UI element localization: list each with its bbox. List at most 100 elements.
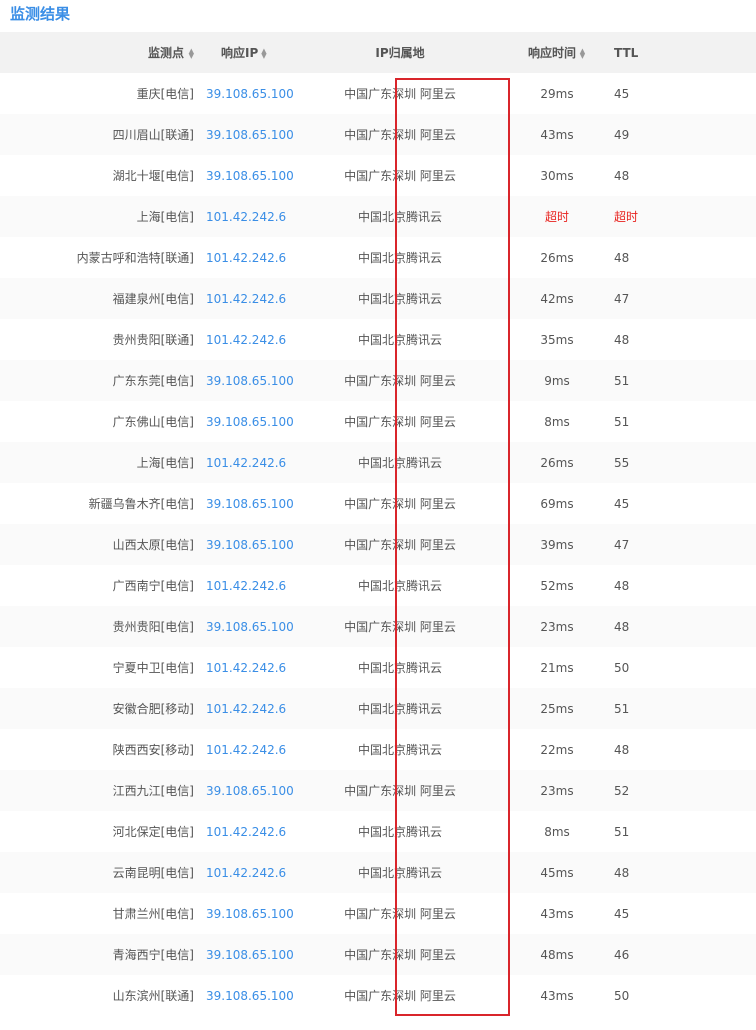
cell-ttl-text: 49: [614, 127, 630, 142]
cell-ip-location: 中国北京腾讯云: [300, 688, 500, 729]
cell-ip-location: 中国北京腾讯云: [300, 319, 500, 360]
cell-ip-location-text: 中国北京腾讯云: [357, 661, 442, 675]
cell-monitor-point-text: 重庆[电信]: [136, 87, 194, 101]
cell-ip-location: 中国北京腾讯云: [300, 278, 500, 319]
cell-ttl-text: 48: [614, 332, 630, 347]
cell-monitor-point: 四川眉山[联通]: [0, 114, 194, 155]
cell-spacer: [660, 975, 756, 1016]
cell-monitor-point: 上海[电信]: [0, 442, 194, 483]
cell-monitor-point-text: 山东滨州[联通]: [112, 989, 194, 1003]
cell-response-ip: 101.42.242.6: [194, 319, 300, 360]
cell-ip-location: 中国广东深圳 阿里云: [300, 360, 500, 401]
cell-ttl-text: 51: [614, 824, 630, 839]
cell-response-time-text: 9ms: [544, 373, 570, 388]
cell-monitor-point-text: 安徽合肥[移动]: [112, 702, 194, 716]
cell-spacer: [660, 729, 756, 770]
cell-response-ip: 39.108.65.100: [194, 483, 300, 524]
cell-response-ip-text: 101.42.242.6: [206, 742, 287, 757]
cell-monitor-point: 青海西宁[电信]: [0, 934, 194, 975]
cell-ttl-text: 45: [614, 86, 630, 101]
cell-monitor-point: 福建泉州[电信]: [0, 278, 194, 319]
header-point-label: 监测点: [147, 46, 184, 60]
sort-icon[interactable]: ▲ ▼: [261, 47, 268, 59]
cell-ttl: 51: [614, 811, 660, 852]
sort-icon[interactable]: ▲ ▼: [187, 47, 194, 59]
cell-ip-location-text: 中国广东深圳 阿里云: [344, 415, 456, 429]
cell-ttl: 50: [614, 975, 660, 1016]
cell-ip-location: 中国广东深圳 阿里云: [300, 606, 500, 647]
sort-icon[interactable]: ▲ ▼: [579, 47, 586, 59]
cell-ttl: 51: [614, 688, 660, 729]
cell-response-ip: 101.42.242.6: [194, 196, 300, 237]
cell-ip-location-text: 中国北京腾讯云: [357, 579, 442, 593]
cell-response-time: 22ms: [500, 729, 614, 770]
cell-response-ip: 39.108.65.100: [194, 114, 300, 155]
header-ip-cell[interactable]: 响应IP ▲ ▼: [194, 32, 300, 73]
cell-response-ip: 101.42.242.6: [194, 278, 300, 319]
header-point[interactable]: 监测点 ▲ ▼: [0, 32, 194, 73]
cell-ip-location: 中国北京腾讯云: [300, 442, 500, 483]
cell-ip-location-text: 中国北京腾讯云: [357, 456, 442, 470]
cell-response-ip-text: 101.42.242.6: [206, 660, 287, 675]
table-row: 安徽合肥[移动] 101.42.242.6 中国北京腾讯云 25ms 51: [0, 688, 756, 729]
header-time[interactable]: 响应时间 ▲ ▼: [500, 32, 614, 73]
header-location: IP归属地: [300, 32, 500, 73]
cell-spacer: [660, 196, 756, 237]
cell-monitor-point: 重庆[电信]: [0, 73, 194, 114]
table-row: 广西南宁[电信] 101.42.242.6 中国北京腾讯云 52ms 48: [0, 565, 756, 606]
cell-ttl-text: 48: [614, 619, 630, 634]
cell-ip-location: 中国北京腾讯云: [300, 237, 500, 278]
header-spacer: [660, 32, 756, 73]
cell-ttl-text: 45: [614, 906, 630, 921]
cell-response-ip-text: 101.42.242.6: [206, 291, 287, 306]
cell-ip-location: 中国广东深圳 阿里云: [300, 975, 500, 1016]
cell-monitor-point: 广东佛山[电信]: [0, 401, 194, 442]
cell-ttl: 48: [614, 606, 660, 647]
cell-ip-location: 中国广东深圳 阿里云: [300, 114, 500, 155]
cell-spacer: [660, 565, 756, 606]
cell-monitor-point-text: 贵州贵阳[联通]: [112, 333, 194, 347]
table-body: 重庆[电信] 39.108.65.100 中国广东深圳 阿里云 29ms 45 四川眉山[…: [0, 73, 756, 1016]
cell-response-time-text: 23ms: [540, 619, 574, 634]
cell-monitor-point-text: 广东东莞[电信]: [112, 374, 194, 388]
cell-response-time-text: 30ms: [540, 168, 574, 183]
cell-ip-location: 中国北京腾讯云: [300, 647, 500, 688]
cell-ttl-text: 48: [614, 578, 630, 593]
cell-spacer: [660, 401, 756, 442]
cell-monitor-point: 陕西西安[移动]: [0, 729, 194, 770]
cell-monitor-point-text: 青海西宁[电信]: [112, 948, 194, 962]
cell-spacer: [660, 893, 756, 934]
cell-response-ip: 39.108.65.100: [194, 155, 300, 196]
cell-response-ip: 101.42.242.6: [194, 688, 300, 729]
cell-ttl-text: 47: [614, 291, 630, 306]
cell-response-ip-text: 101.42.242.6: [206, 332, 287, 347]
cell-response-ip: 39.108.65.100: [194, 360, 300, 401]
cell-spacer: [660, 688, 756, 729]
cell-monitor-point: 广东东莞[电信]: [0, 360, 194, 401]
table-row: 贵州贵阳[联通] 101.42.242.6 中国北京腾讯云 35ms 48: [0, 319, 756, 360]
table-row: 重庆[电信] 39.108.65.100 中国广东深圳 阿里云 29ms 45: [0, 73, 756, 114]
cell-response-time-text: 22ms: [540, 742, 574, 757]
cell-monitor-point-text: 广西南宁[电信]: [112, 579, 194, 593]
cell-ttl: 48: [614, 155, 660, 196]
cell-ip-location-text: 中国广东深圳 阿里云: [344, 948, 456, 962]
cell-response-time-text: 52ms: [540, 578, 574, 593]
cell-monitor-point-text: 河北保定[电信]: [112, 825, 194, 839]
cell-ip-location: 中国广东深圳 阿里云: [300, 524, 500, 565]
cell-ttl: 55: [614, 442, 660, 483]
cell-ip-location-text: 中国北京腾讯云: [357, 825, 442, 839]
cell-monitor-point: 贵州贵阳[电信]: [0, 606, 194, 647]
cell-monitor-point-text: 内蒙古呼和浩特[联通]: [76, 251, 194, 265]
cell-response-ip-text: 39.108.65.100: [206, 373, 294, 388]
header-ttl-label: TTL: [614, 45, 639, 60]
cell-monitor-point-text: 新疆乌鲁木齐[电信]: [88, 497, 194, 511]
cell-ip-location: 中国北京腾讯云: [300, 565, 500, 606]
cell-monitor-point-text: 江西九江[电信]: [112, 784, 194, 798]
cell-response-time: 35ms: [500, 319, 614, 360]
cell-response-ip: 39.108.65.100: [194, 975, 300, 1016]
cell-response-time-text: 8ms: [544, 414, 570, 429]
cell-monitor-point: 广西南宁[电信]: [0, 565, 194, 606]
cell-ttl-text: 51: [614, 373, 630, 388]
cell-spacer: [660, 811, 756, 852]
cell-response-time-text: 超时: [544, 210, 569, 224]
